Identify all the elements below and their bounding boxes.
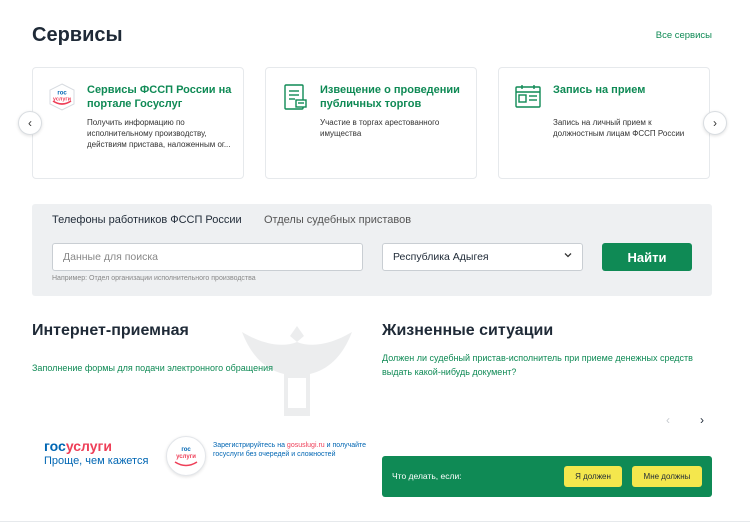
owed-to-me-button[interactable]: Мне должны — [632, 466, 702, 487]
gos-icon-text-2: услуги — [53, 97, 71, 103]
card-description: Участие в торгах арестованного имущества — [320, 118, 440, 138]
what-to-do-label: Что делать, если: — [392, 471, 462, 481]
carousel-prev-button[interactable]: ‹ — [18, 111, 42, 135]
chevron-down-icon — [564, 253, 572, 258]
find-button[interactable]: Найти — [602, 243, 692, 271]
gosuslugi-icon: гос услуги — [47, 82, 77, 112]
page-title: Сервисы — [32, 24, 123, 46]
region-select[interactable]: Республика Адыгея — [382, 243, 583, 271]
i-owe-button[interactable]: Я должен — [564, 466, 622, 487]
situation-question-link[interactable]: Должен ли судебный пристав-исполнитель п… — [382, 351, 702, 379]
gosuslugi-logo[interactable]: госуслуги — [44, 438, 112, 454]
chevron-left-icon: ‹ — [28, 116, 32, 130]
situations-next-button[interactable]: › — [700, 413, 704, 427]
tab-bailiff-departments[interactable]: Отделы судебных приставов — [264, 214, 411, 226]
card-description: Запись на личный прием к должностным лиц… — [553, 118, 685, 138]
card-title[interactable]: Извещение о проведении публичных торгов — [320, 83, 466, 111]
reception-title: Интернет-приемная — [32, 322, 189, 339]
what-to-do-bar: Что делать, если: Я должен Мне должны — [382, 456, 712, 497]
auction-document-icon — [280, 82, 310, 112]
all-services-link[interactable]: Все сервисы — [656, 30, 712, 41]
search-hint: Например: Отдел организации исполнительн… — [52, 275, 256, 282]
search-panel: Телефоны работников ФССП России Отделы с… — [32, 204, 712, 296]
card-title[interactable]: Сервисы ФССП России на портале Госуслуг — [87, 83, 233, 111]
gosuslugi-register-text: Зарегистрируйтесь на gosuslugi.ru и полу… — [213, 442, 367, 458]
divider — [0, 521, 750, 522]
card-description: Получить информацию по исполнительному п… — [87, 118, 231, 149]
search-input[interactable] — [52, 243, 363, 271]
region-select-value: Республика Адыгея — [393, 251, 489, 263]
chevron-right-icon: › — [713, 116, 717, 130]
service-card-appointment[interactable]: Запись на прием Запись на личный прием к… — [498, 67, 710, 179]
reception-form-link[interactable]: Заполнение формы для подачи электронного… — [32, 361, 273, 375]
gosuslugi-badge-icon: гос услуги — [166, 436, 206, 476]
service-card-auctions[interactable]: Извещение о проведении публичных торгов … — [265, 67, 477, 179]
service-card-gosuslugi[interactable]: гос услуги Сервисы ФССП России на портал… — [32, 67, 244, 179]
card-title[interactable]: Запись на прием — [553, 83, 699, 97]
appointment-icon — [513, 82, 543, 112]
gosuslugi-link[interactable]: gosuslugi.ru — [287, 442, 325, 449]
situations-prev-button[interactable]: ‹ — [666, 413, 670, 427]
carousel-next-button[interactable]: › — [703, 111, 727, 135]
tab-employee-phones[interactable]: Телефоны работников ФССП России — [52, 214, 242, 226]
situations-title: Жизненные ситуации — [382, 322, 554, 339]
gosuslugi-slogan: Проще, чем кажется — [44, 455, 149, 467]
